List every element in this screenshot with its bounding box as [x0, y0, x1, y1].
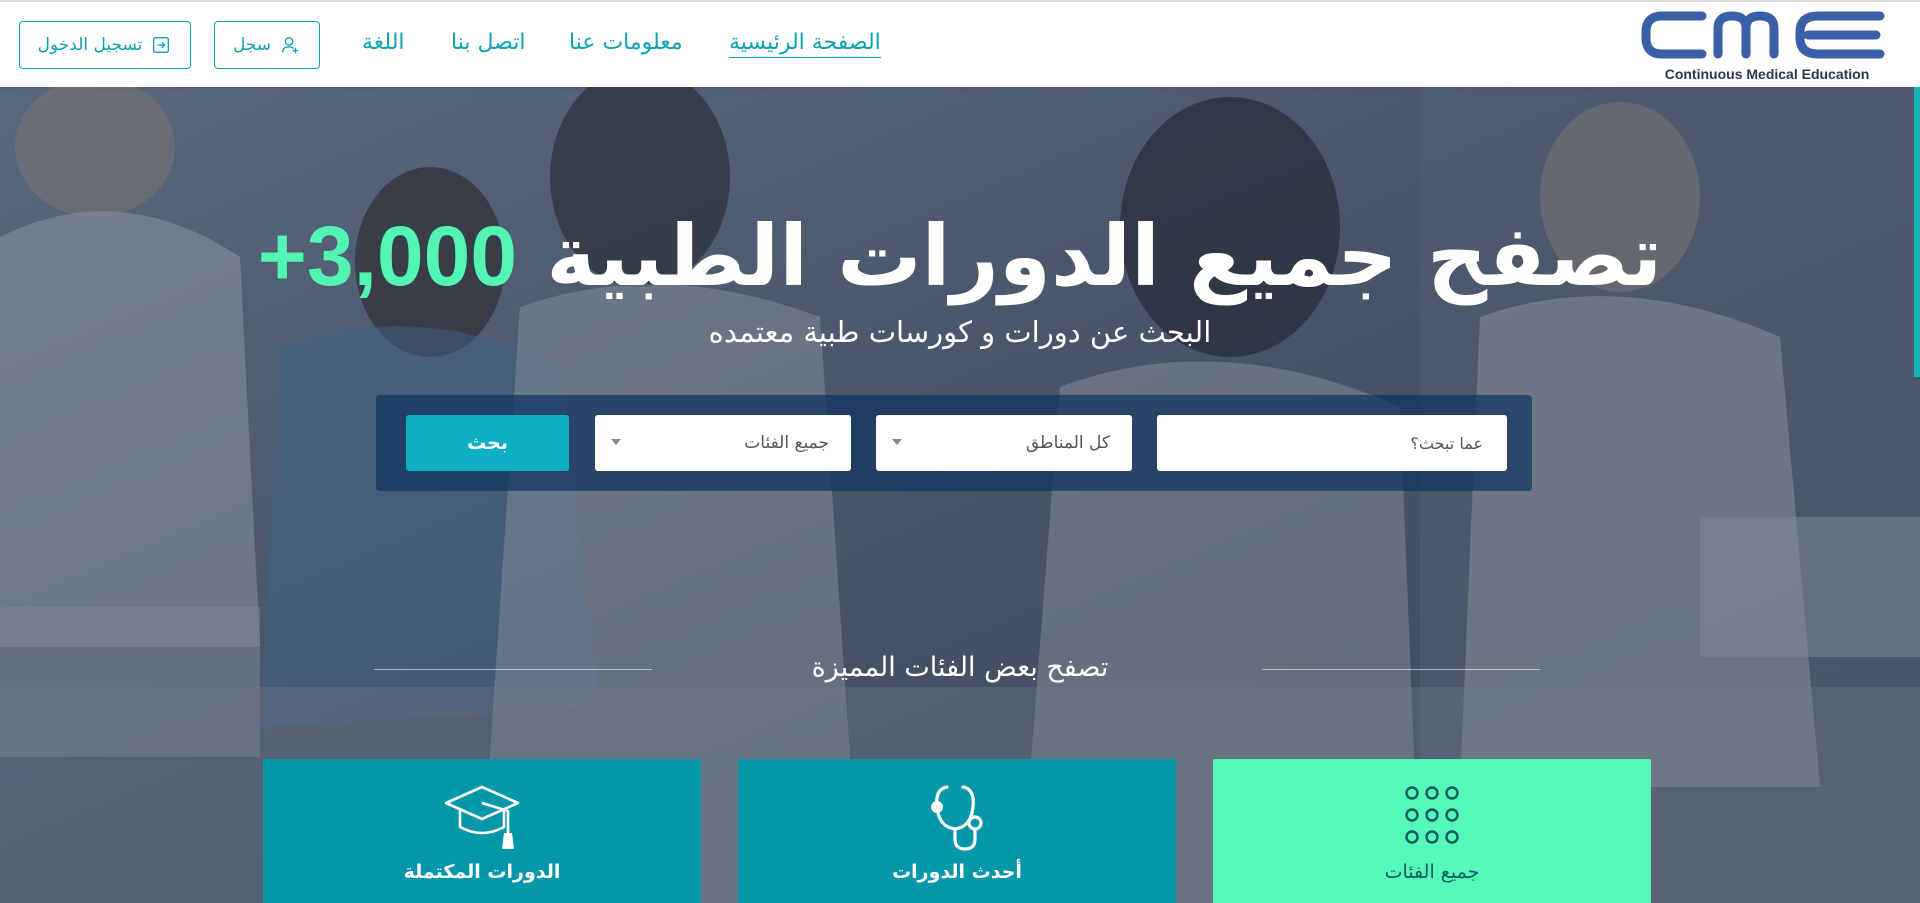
nav-contact[interactable]: اتصل بنا	[451, 30, 525, 55]
hero-course-count: +3,000	[257, 209, 518, 303]
hero-title-text: تصفح جميع الدورات الطبية	[546, 207, 1663, 305]
hero-title: تصفح جميع الدورات الطبية +3,000	[0, 207, 1920, 305]
keyword-field[interactable]	[1157, 414, 1507, 472]
featured-categories-heading: تصفح بعض الفئات المميزة	[811, 652, 1109, 683]
register-label: سجل	[232, 35, 272, 55]
category-card-latest-label: أحدث الدورات	[892, 861, 1022, 883]
scrollbar-thumb[interactable]	[1914, 87, 1920, 377]
hero-subtitle: البحث عن دورات و كورسات طبية معتمده	[708, 315, 1212, 349]
nav-home[interactable]: الصفحة الرئيسية	[729, 30, 881, 58]
category-card-all[interactable]: جميع الفئات	[1213, 759, 1651, 903]
search-button[interactable]: بحث	[406, 415, 569, 471]
user-add-icon	[282, 36, 299, 54]
search-input[interactable]	[1179, 414, 1485, 472]
category-chevron-down-icon	[611, 439, 621, 445]
region-chevron-down-icon	[892, 439, 902, 445]
hero-section: تصفح جميع الدورات الطبية +3,000 البحث عن…	[0, 87, 1920, 903]
category-card-completed[interactable]: الدورات المكتملة	[263, 759, 701, 903]
region-select-value: كل المناطق	[1025, 433, 1110, 453]
cme-logo-icon	[1641, 11, 1885, 59]
login-icon	[153, 36, 170, 54]
graduation-cap-icon	[444, 785, 520, 849]
region-select[interactable]: كل المناطق	[876, 415, 1132, 471]
login-button[interactable]: تسجيل الدخول	[19, 21, 191, 69]
logo-tagline: Continuous Medical Education	[1664, 66, 1870, 82]
category-card-completed-label: الدورات المكتملة	[403, 861, 561, 883]
category-select[interactable]: جميع الفئات	[595, 415, 851, 471]
category-card-latest[interactable]: أحدث الدورات	[738, 759, 1176, 903]
login-label: تسجيل الدخول	[37, 35, 143, 55]
register-button[interactable]: سجل	[214, 21, 320, 69]
nav-about[interactable]: معلومات عنا	[569, 30, 683, 55]
cme-logo[interactable]: Continuous Medical Education	[1640, 8, 1890, 84]
category-card-all-label: جميع الفئات	[1384, 861, 1480, 883]
category-select-value: جميع الفئات	[744, 433, 829, 453]
nav-language[interactable]: اللغة	[362, 30, 405, 55]
search-panel: كل المناطق جميع الفئات بحث	[376, 395, 1532, 491]
site-header: Continuous Medical Education الصفحة الرئ…	[0, 2, 1920, 87]
grid-dots-icon	[1405, 786, 1459, 844]
stethoscope-icon	[931, 785, 983, 851]
